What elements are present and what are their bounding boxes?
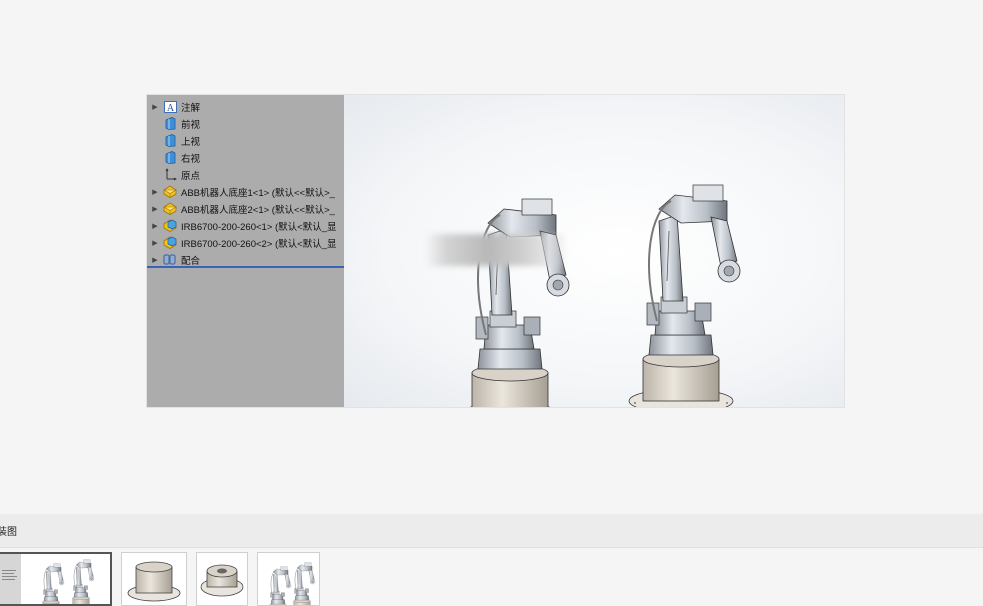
thumbnail-assembly-view[interactable] xyxy=(0,552,112,606)
tree-item-label: 注解 xyxy=(181,102,201,114)
tab-assembly-drawing[interactable]: 装图 xyxy=(0,523,17,538)
plane-icon xyxy=(163,151,177,164)
part-icon xyxy=(163,202,177,215)
tree-item-top-plane[interactable]: 上视 xyxy=(147,132,344,149)
tree-item-label: 上视 xyxy=(181,136,201,148)
expand-arrow-icon[interactable]: ▶ xyxy=(147,222,163,230)
tree-item-label: 右视 xyxy=(181,153,201,165)
tree-divider xyxy=(147,266,344,268)
mates-icon xyxy=(163,253,177,266)
expand-arrow-icon[interactable]: ▶ xyxy=(147,256,163,264)
tree-item-label: ABB机器人底座2<1> (默认<<默认>_ xyxy=(181,204,335,216)
expand-arrow-icon[interactable]: ▶ xyxy=(147,103,163,111)
expand-arrow-icon[interactable]: ▶ xyxy=(147,205,163,213)
origin-icon xyxy=(163,168,177,181)
plane-icon xyxy=(163,134,177,147)
plane-icon xyxy=(163,117,177,130)
model-preview-panel: ▶ A 注解 前视 上视 右视 原点 ▶ ABB机器人底座1<1> (默认<<默… xyxy=(147,95,844,407)
tree-item-label: 前视 xyxy=(181,119,201,131)
expand-arrow-icon[interactable]: ▶ xyxy=(147,239,163,247)
part-icon xyxy=(163,185,177,198)
thumbnail-strip xyxy=(0,547,983,606)
thumbnail-base-2[interactable] xyxy=(196,552,248,606)
annotations-icon: A xyxy=(163,100,177,113)
svg-text:A: A xyxy=(166,103,174,113)
thumbnail-robot-arm[interactable] xyxy=(257,552,320,606)
tree-item-origin[interactable]: 原点 xyxy=(147,166,344,183)
tree-item-label: IRB6700-200-260<1> (默认<默认_显 xyxy=(181,221,337,233)
3d-viewport[interactable] xyxy=(344,95,844,407)
configuration-tab-strip: 装图 xyxy=(0,514,983,548)
subassembly-icon xyxy=(163,219,177,232)
tree-item-label: ABB机器人底座1<1> (默认<<默认>_ xyxy=(181,187,335,199)
expand-arrow-icon[interactable]: ▶ xyxy=(147,188,163,196)
tree-item-abb-base-1[interactable]: ▶ ABB机器人底座1<1> (默认<<默认>_ xyxy=(147,183,344,200)
feature-tree-panel: ▶ A 注解 前视 上视 右视 原点 ▶ ABB机器人底座1<1> (默认<<默… xyxy=(147,95,344,407)
thumbnail-base-1[interactable] xyxy=(121,552,187,606)
tree-item-front-plane[interactable]: 前视 xyxy=(147,115,344,132)
tree-item-abb-base-2[interactable]: ▶ ABB机器人底座2<1> (默认<<默认>_ xyxy=(147,200,344,217)
subassembly-icon xyxy=(163,236,177,249)
tree-item-annotations[interactable]: ▶ A 注解 xyxy=(147,98,344,115)
tree-item-label: 配合 xyxy=(181,255,201,267)
tree-item-right-plane[interactable]: 右视 xyxy=(147,149,344,166)
feature-tree-list: ▶ A 注解 前视 上视 右视 原点 ▶ ABB机器人底座1<1> (默认<<默… xyxy=(147,98,344,268)
tree-item-label: IRB6700-200-260<2> (默认<默认_显 xyxy=(181,238,337,250)
robot-assembly-render xyxy=(457,184,741,407)
tree-item-irb6700-1[interactable]: ▶ IRB6700-200-260<1> (默认<默认_显 xyxy=(147,217,344,234)
redaction-blur xyxy=(425,234,565,266)
tree-item-irb6700-2[interactable]: ▶ IRB6700-200-260<2> (默认<默认_显 xyxy=(147,234,344,251)
tree-item-label: 原点 xyxy=(181,170,201,182)
